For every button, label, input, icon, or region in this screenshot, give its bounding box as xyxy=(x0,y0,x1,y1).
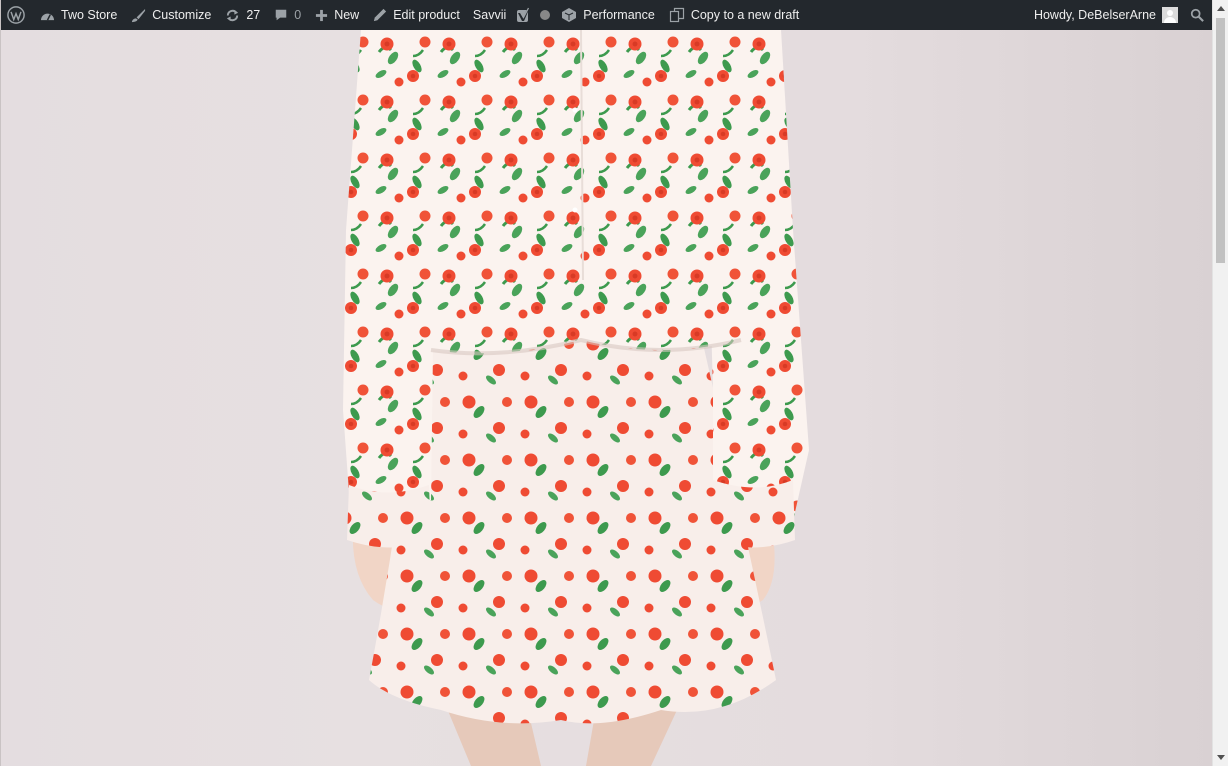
scroll-thumb[interactable] xyxy=(1216,18,1225,263)
status-dot-icon xyxy=(540,10,551,20)
product-image xyxy=(0,30,1212,766)
new-label: New xyxy=(334,8,360,22)
pencil-icon xyxy=(373,8,387,22)
performance-label: Performance xyxy=(583,8,655,22)
admin-bar: Two Store Customize 27 0 New Edit produc… xyxy=(0,0,1212,30)
copy-draft-link[interactable]: Copy to a new draft xyxy=(662,0,806,30)
search-button[interactable] xyxy=(1184,0,1212,30)
updates-count: 27 xyxy=(246,8,261,22)
search-icon xyxy=(1190,8,1204,22)
howdy-label: Howdy, DeBelserArne xyxy=(1033,8,1156,22)
copy-icon xyxy=(669,7,685,23)
dashboard-icon xyxy=(40,9,55,22)
yoast-seo-menu[interactable] xyxy=(512,0,554,30)
updates-icon xyxy=(225,8,240,23)
comments-link[interactable]: 0 xyxy=(267,0,308,30)
brush-icon xyxy=(131,8,146,23)
avatar xyxy=(1162,7,1178,23)
savvii-label: Savvii xyxy=(472,8,507,22)
savvii-link[interactable]: Savvii xyxy=(467,0,512,30)
comments-count: 0 xyxy=(294,8,302,22)
performance-link[interactable]: Performance xyxy=(554,0,662,30)
page-scrollbar[interactable] xyxy=(1212,0,1228,766)
account-menu[interactable]: Howdy, DeBelserArne xyxy=(1027,0,1184,30)
site-name-label: Two Store xyxy=(61,8,118,22)
comment-icon xyxy=(274,8,288,22)
new-content-link[interactable]: New xyxy=(308,0,366,30)
wordpress-logo-icon xyxy=(7,6,25,24)
customize-link[interactable]: Customize xyxy=(124,0,218,30)
customize-label: Customize xyxy=(152,8,212,22)
performance-icon xyxy=(561,7,577,23)
plus-icon xyxy=(315,9,328,22)
scroll-up-arrow[interactable] xyxy=(1217,6,1225,11)
product-photo-floral-dress xyxy=(343,30,809,766)
site-name-link[interactable]: Two Store xyxy=(33,0,124,30)
edit-product-label: Edit product xyxy=(393,8,460,22)
yoast-icon xyxy=(516,7,532,23)
scroll-down-arrow[interactable] xyxy=(1217,755,1225,760)
updates-link[interactable]: 27 xyxy=(218,0,267,30)
copy-draft-label: Copy to a new draft xyxy=(690,8,800,22)
edit-product-link[interactable]: Edit product xyxy=(366,0,467,30)
wordpress-menu[interactable] xyxy=(1,0,33,30)
